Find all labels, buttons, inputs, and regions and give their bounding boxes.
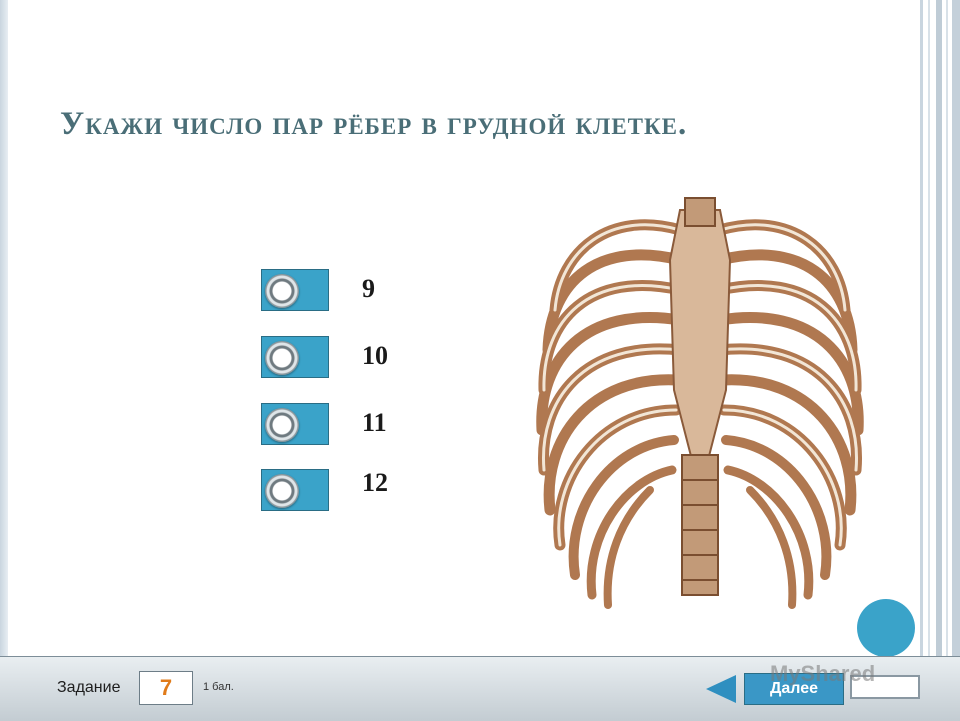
radio-icon [265, 474, 299, 508]
radio-icon [265, 274, 299, 308]
score-label: 1 бал. [203, 681, 234, 693]
task-number: 7 [139, 671, 193, 705]
radio-icon [265, 341, 299, 375]
option-button-9[interactable] [261, 269, 329, 311]
option-label-11: 11 [362, 408, 387, 437]
option-button-11[interactable] [261, 403, 329, 445]
slide-frame-left [0, 0, 8, 656]
option-label-9: 9 [362, 274, 375, 303]
decorative-circle [857, 599, 915, 657]
footer-bar: Задание 7 1 бал. Далее MyShared [0, 656, 960, 721]
question-title: Укажи число пар рёбер в грудной клетке. [60, 106, 688, 142]
radio-icon [265, 408, 299, 442]
ribcage-illustration [536, 197, 864, 609]
task-label: Задание [57, 679, 121, 696]
option-button-10[interactable] [261, 336, 329, 378]
back-arrow-icon[interactable] [706, 675, 736, 703]
option-label-12: 12 [362, 468, 388, 497]
option-label-10: 10 [362, 341, 388, 370]
slide-frame-right [916, 0, 960, 656]
watermark: MyShared [770, 661, 876, 686]
option-button-12[interactable] [261, 469, 329, 511]
